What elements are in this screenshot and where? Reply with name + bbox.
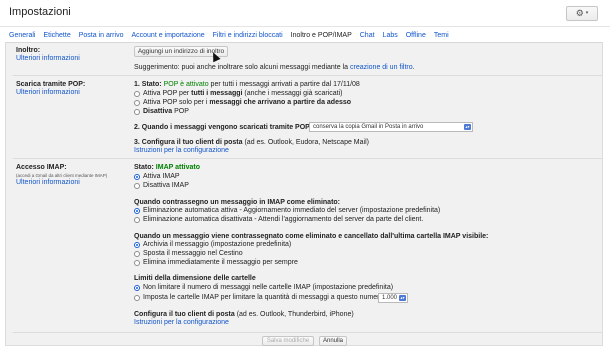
pop-action-select[interactable]: conserva la copia Gmail in Posta in arri… bbox=[309, 122, 473, 132]
auto-expunge-off-label: Eliminazione automatica disattivata - At… bbox=[143, 216, 424, 223]
imap-sublabel: (accedi a Gmail da altri client mediante… bbox=[16, 173, 108, 178]
pop-step3-suffix: (ad es. Outlook, Eudora, Netscape Mail) bbox=[244, 139, 369, 146]
folder-limit-radio[interactable] bbox=[134, 295, 140, 301]
pop-config-instructions-link[interactable]: Istruzioni per la configurazione bbox=[134, 147, 229, 154]
imap-status-prefix: Stato: bbox=[134, 164, 154, 171]
imap-enable-label: Attiva IMAP bbox=[143, 173, 180, 180]
folder-limit-value: 1.000 bbox=[382, 295, 398, 301]
tab-chat[interactable]: Chat bbox=[360, 30, 375, 42]
archive-message-radio[interactable] bbox=[134, 242, 140, 248]
pop-opt2-bold: Disattiva bbox=[143, 108, 173, 115]
move-to-trash-radio[interactable] bbox=[134, 251, 140, 257]
page-title: Impostazioni bbox=[9, 6, 71, 18]
delete-forever-label: Elimina immediatamente il messaggio per … bbox=[143, 259, 298, 266]
tab-posta-in-arrivo[interactable]: Posta in arrivo bbox=[79, 30, 124, 42]
imap-status-value: IMAP attivato bbox=[155, 164, 201, 171]
folder-limit-select[interactable]: 1.000 ▴▾ bbox=[378, 293, 408, 303]
tab-filtri[interactable]: Filtri e indirizzi bloccati bbox=[213, 30, 283, 42]
pop-step2-label: 2. Quando i messaggi vengono scaricati t… bbox=[134, 124, 310, 131]
chevron-down-icon: ▾ bbox=[585, 10, 589, 16]
imap-config-suffix: (ad es. Outlook, Thunderbird, iPhone) bbox=[236, 311, 354, 318]
pop-disable-radio[interactable] bbox=[134, 109, 140, 115]
pop-all-messages-label: Attiva POP per tutti i messaggi (anche i… bbox=[143, 90, 342, 97]
imap-config-instructions-link[interactable]: Istruzioni per la configurazione bbox=[134, 319, 229, 326]
imap-more-info-link[interactable]: Ulteriori informazioni bbox=[16, 179, 80, 186]
settings-panel: Inoltro: Ulteriori informazioni Aggiungi… bbox=[5, 43, 603, 346]
section-divider bbox=[13, 158, 603, 159]
imap-expunge-heading: Quando un messaggio viene contrassegnato… bbox=[134, 233, 489, 240]
section-divider bbox=[13, 75, 603, 76]
imap-deleted-heading: Quando contrassegno un messaggio in IMAP… bbox=[134, 199, 341, 206]
folder-limit-label: Imposta le cartelle IMAP per limitare la… bbox=[143, 294, 384, 301]
auto-expunge-off-radio[interactable] bbox=[134, 217, 140, 223]
no-folder-limit-radio[interactable] bbox=[134, 285, 140, 291]
auto-expunge-on-radio[interactable] bbox=[134, 208, 140, 214]
title-bar: Impostazioni ⚙ ▾ bbox=[0, 0, 610, 26]
auto-expunge-on-label: Eliminazione automatica attiva - Aggiorn… bbox=[143, 207, 441, 214]
tab-generali[interactable]: Generali bbox=[9, 30, 35, 42]
pop-opt0-pre: Attiva POP per bbox=[143, 90, 190, 97]
pop-opt0-bold: tutti i messaggi bbox=[191, 90, 243, 97]
imap-disable-radio[interactable] bbox=[134, 183, 140, 189]
settings-tabs: Generali Etichette Posta in arrivo Accou… bbox=[9, 30, 457, 42]
forwarding-tip: Suggerimento: puoi anche inoltrare solo … bbox=[134, 64, 415, 71]
imap-config-label: Configura il tuo client di posta bbox=[134, 311, 235, 318]
archive-message-label: Archivia il messaggio (impostazione pred… bbox=[143, 241, 292, 248]
tab-labs[interactable]: Labs bbox=[383, 30, 398, 42]
no-folder-limit-label: Non limitare il numero di messaggi nelle… bbox=[143, 284, 394, 291]
tab-temi[interactable]: Temi bbox=[434, 30, 449, 42]
forwarding-label: Inoltro: bbox=[16, 47, 41, 54]
forwarding-tip-text: Suggerimento: puoi anche inoltrare solo … bbox=[134, 64, 349, 71]
pop-step3: 3. Configura il tuo client di posta (ad … bbox=[134, 139, 369, 146]
cancel-button[interactable]: Annulla bbox=[319, 336, 347, 346]
select-arrows-icon: ▴▾ bbox=[399, 295, 406, 301]
title-divider bbox=[0, 26, 610, 27]
imap-enable-radio[interactable] bbox=[134, 174, 140, 180]
pop-opt0-post: (anche i messaggi già scaricati) bbox=[244, 90, 343, 97]
tab-account-importazione[interactable]: Account e importazione bbox=[131, 30, 204, 42]
create-filter-link[interactable]: creazione di un filtro bbox=[350, 64, 413, 71]
save-changes-button[interactable]: Salva modifiche bbox=[262, 336, 314, 346]
pop-status-suffix: per tutti i messaggi arrivati a partire … bbox=[210, 81, 360, 88]
pop-label: Scarica tramite POP: bbox=[16, 81, 86, 88]
pop-disable-label: Disattiva POP bbox=[143, 108, 189, 115]
move-to-trash-label: Sposta il messaggio nel Cestino bbox=[143, 250, 243, 257]
forwarding-tip-suffix: . bbox=[412, 64, 415, 71]
folder-size-heading: Limiti della dimensione delle cartelle bbox=[134, 275, 256, 282]
imap-status: Stato: IMAP attivato bbox=[134, 164, 200, 171]
pop-opt2-post: POP bbox=[174, 108, 189, 115]
pop-opt1-pre: Attiva POP solo per i bbox=[143, 99, 208, 106]
pop-step3-label: 3. Configura il tuo client di posta bbox=[134, 139, 243, 146]
delete-forever-radio[interactable] bbox=[134, 260, 140, 266]
imap-label: Accesso IMAP: bbox=[16, 164, 67, 171]
gear-icon: ⚙ bbox=[575, 8, 584, 18]
select-arrows-icon: ▴▾ bbox=[464, 124, 471, 130]
pop-status: 1. Stato: POP è attivato per tutti i mes… bbox=[134, 81, 360, 88]
pop-new-messages-radio[interactable] bbox=[134, 100, 140, 106]
imap-config: Configura il tuo client di posta (ad es.… bbox=[134, 311, 354, 318]
forwarding-more-info-link[interactable]: Ulteriori informazioni bbox=[16, 55, 80, 62]
pop-all-messages-radio[interactable] bbox=[134, 91, 140, 97]
tab-etichette[interactable]: Etichette bbox=[43, 30, 70, 42]
tab-offline[interactable]: Offline bbox=[406, 30, 426, 42]
pop-opt1-bold: messaggi che arrivano a partire da adess… bbox=[209, 99, 352, 106]
settings-button[interactable]: ⚙ ▾ bbox=[566, 6, 598, 21]
pop-action-select-value: conserva la copia Gmail in Posta in arri… bbox=[313, 124, 424, 130]
imap-disable-label: Disattiva IMAP bbox=[143, 182, 189, 189]
tab-inoltro-pop-imap[interactable]: Inoltro e POP/IMAP bbox=[291, 30, 352, 42]
pop-more-info-link[interactable]: Ulteriori informazioni bbox=[16, 89, 80, 96]
section-divider bbox=[13, 332, 603, 333]
pop-status-prefix: 1. Stato: bbox=[134, 81, 162, 88]
pop-status-value: POP è attivato bbox=[163, 81, 209, 88]
pop-new-messages-label: Attiva POP solo per i messaggi che arriv… bbox=[143, 99, 351, 106]
